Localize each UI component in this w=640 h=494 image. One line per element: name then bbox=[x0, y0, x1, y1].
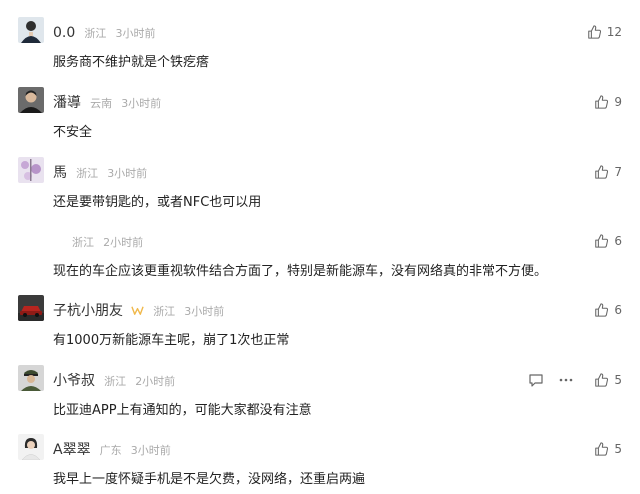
comment-text: 不安全 bbox=[53, 125, 93, 140]
comment-text: 我早上一度怀疑手机是不是欠费，没网络，还重启两遍 bbox=[53, 472, 366, 487]
comment-meta: 小爷叔 浙江 2小时前 bbox=[53, 370, 175, 390]
like-button[interactable]: 9 bbox=[594, 92, 622, 112]
location: 云南 bbox=[90, 97, 113, 110]
like-count: 5 bbox=[614, 442, 622, 456]
avatar-blossom-icon bbox=[18, 157, 44, 183]
timestamp: 2小时前 bbox=[135, 375, 176, 388]
timestamp: 3小时前 bbox=[184, 305, 225, 318]
avatar[interactable] bbox=[18, 17, 44, 43]
comment-actions bbox=[528, 370, 574, 390]
comment-list: 0.0 浙江 3小时前 服务商不维护就是个铁疙瘩 12 潘導 云南 3小时前 不… bbox=[0, 0, 640, 488]
like-button[interactable]: 7 bbox=[594, 162, 622, 182]
location: 浙江 bbox=[84, 27, 107, 40]
like-count: 7 bbox=[614, 165, 622, 179]
location: 浙江 bbox=[104, 375, 127, 388]
thumbs-up-icon bbox=[587, 25, 601, 39]
avatar[interactable] bbox=[18, 157, 44, 183]
thumbs-up-icon bbox=[595, 373, 609, 387]
comment-meta: 馬 浙江 3小时前 bbox=[53, 162, 147, 182]
location: 浙江 bbox=[76, 167, 99, 180]
username[interactable]: 潘導 bbox=[53, 95, 81, 111]
vip-badge-icon bbox=[131, 306, 144, 315]
comment-meta: 子杭小朋友 浙江 3小时前 bbox=[53, 300, 224, 320]
like-button[interactable]: 12 bbox=[587, 22, 622, 42]
location: 广东 bbox=[99, 444, 122, 457]
avatar-car-icon bbox=[18, 295, 44, 321]
username[interactable]: 0.0 bbox=[53, 25, 75, 41]
comment-text: 比亚迪APP上有通知的，可能大家都没有注意 bbox=[53, 403, 312, 418]
timestamp: 3小时前 bbox=[130, 444, 171, 457]
thumbs-up-icon bbox=[595, 234, 609, 248]
reply-icon[interactable] bbox=[528, 372, 544, 388]
avatar-woman-icon bbox=[18, 434, 44, 460]
avatar[interactable] bbox=[18, 295, 44, 321]
like-count: 5 bbox=[614, 373, 622, 387]
like-button[interactable]: 6 bbox=[594, 300, 622, 320]
comment-meta: A翠翠 广东 3小时前 bbox=[53, 439, 171, 459]
avatar[interactable] bbox=[18, 434, 44, 460]
timestamp: 3小时前 bbox=[107, 167, 148, 180]
more-icon[interactable] bbox=[558, 372, 574, 388]
like-count: 9 bbox=[614, 95, 622, 109]
username[interactable]: 馬 bbox=[53, 165, 67, 181]
avatar-man-icon bbox=[18, 17, 44, 43]
comment-text: 服务商不维护就是个铁疙瘩 bbox=[53, 55, 210, 70]
comment-text: 有1000万新能源车主呢，崩了1次也正常 bbox=[53, 333, 290, 348]
thumbs-up-icon bbox=[595, 165, 609, 179]
thumbs-up-icon bbox=[595, 303, 609, 317]
avatar-officer-icon bbox=[18, 365, 44, 391]
like-count: 12 bbox=[606, 25, 622, 39]
comment-meta: 浙江 2小时前 bbox=[72, 231, 143, 251]
comment-item: 子杭小朋友 浙江 3小时前 有1000万新能源车主呢，崩了1次也正常 6 bbox=[0, 295, 640, 355]
comment-text: 现在的车企应该更重视软件结合方面了，特别是新能源车，没有网络真的非常不方便。 bbox=[53, 264, 548, 279]
username[interactable]: 子杭小朋友 bbox=[53, 303, 123, 319]
username[interactable]: 小爷叔 bbox=[53, 373, 95, 389]
comment-meta: 0.0 浙江 3小时前 bbox=[53, 22, 155, 42]
thumbs-up-icon bbox=[595, 442, 609, 456]
avatar-portrait-icon bbox=[18, 87, 44, 113]
timestamp: 3小时前 bbox=[121, 97, 162, 110]
username[interactable]: A翠翠 bbox=[53, 442, 91, 458]
like-button[interactable]: 5 bbox=[594, 439, 622, 459]
timestamp: 3小时前 bbox=[115, 27, 156, 40]
avatar[interactable] bbox=[18, 365, 44, 391]
comment-item: A翠翠 广东 3小时前 我早上一度怀疑手机是不是欠费，没网络，还重启两遍 5 bbox=[0, 434, 640, 494]
location: 浙江 bbox=[72, 236, 94, 249]
comment-text: 还是要带钥匙的，或者NFC也可以用 bbox=[53, 195, 262, 210]
like-button[interactable]: 6 bbox=[594, 231, 622, 251]
comment-item: 馬 浙江 3小时前 还是要带钥匙的，或者NFC也可以用 7 bbox=[0, 157, 640, 217]
timestamp: 2小时前 bbox=[103, 236, 144, 249]
like-count: 6 bbox=[614, 303, 622, 317]
avatar[interactable] bbox=[18, 87, 44, 113]
like-count: 6 bbox=[614, 234, 622, 248]
comment-item: 0.0 浙江 3小时前 服务商不维护就是个铁疙瘩 12 bbox=[0, 17, 640, 77]
comment-meta: 潘導 云南 3小时前 bbox=[53, 92, 161, 112]
thumbs-up-icon bbox=[595, 95, 609, 109]
comment-item: 潘導 云南 3小时前 不安全 9 bbox=[0, 87, 640, 147]
comment-item: 小爷叔 浙江 2小时前 比亚迪APP上有通知的，可能大家都没有注意 5 bbox=[0, 365, 640, 425]
comment-item: 浙江 2小时前 现在的车企应该更重视软件结合方面了，特别是新能源车，没有网络真的… bbox=[0, 226, 640, 286]
location: 浙江 bbox=[153, 305, 176, 318]
like-button[interactable]: 5 bbox=[594, 370, 622, 390]
